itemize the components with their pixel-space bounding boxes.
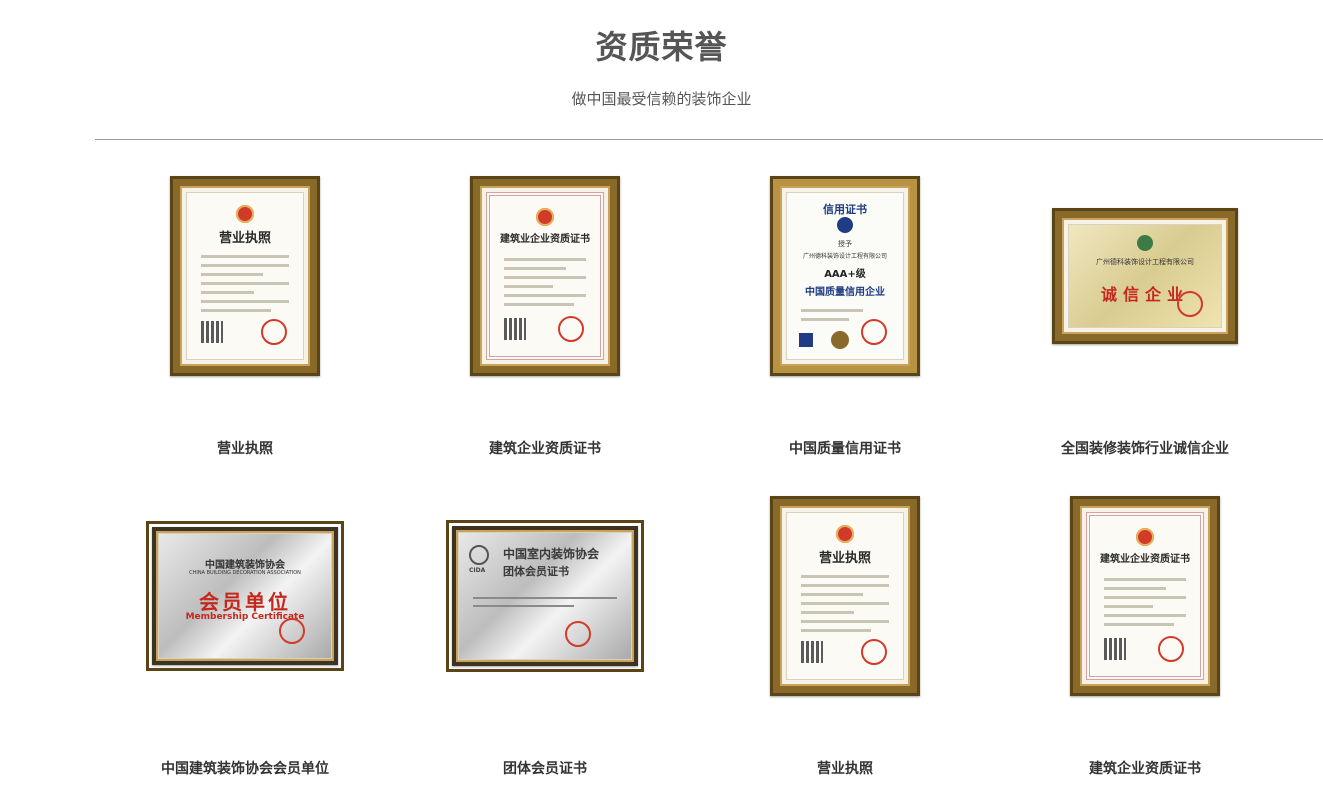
certificate-text: 广州德科装饰设计工程有限公司 [1096, 258, 1194, 266]
certificate-image[interactable]: 信用证书 授予 广州德科装饰设计工程有限公司 AAA+级 中国质量信用企业 [770, 176, 920, 376]
certificate-text: 中国建筑装饰协会 [205, 560, 285, 571]
seal-icon [279, 618, 305, 644]
national-emblem-icon [536, 208, 554, 226]
certificate-card[interactable]: 营业执照 营业执照 [95, 150, 395, 470]
certificate-caption[interactable]: 中国建筑装饰协会会员单位 [95, 758, 395, 778]
certificate-image[interactable]: 广州德科装饰设计工程有限公司 诚信企业 [1052, 208, 1238, 344]
section-title: 资质荣誉 [595, 28, 728, 66]
certificate-doc-title: 营业执照 [218, 231, 271, 246]
certificate-text: 广州德科装饰设计工程有限公司 [802, 253, 887, 260]
certificate-image[interactable]: 建筑业企业资质证书 [1070, 496, 1220, 696]
certificate-card[interactable]: 营业执照 营业执照 [695, 470, 995, 790]
certificate-caption[interactable]: 建筑企业资质证书 [395, 438, 695, 458]
certificate-text: AAA+级 [824, 269, 866, 280]
national-emblem-icon [1136, 528, 1154, 546]
association-logo-icon [1137, 235, 1153, 251]
certificate-text: 会员单位 [199, 590, 291, 614]
qr-code-icon [801, 641, 823, 663]
certificate-caption[interactable]: 营业执照 [695, 758, 995, 778]
certificate-text: 团体会员证书 [503, 565, 569, 578]
seal-icon [861, 639, 887, 665]
certificate-image[interactable]: CIDA 中国室内装饰协会 团体会员证书 [446, 520, 644, 672]
medal-icon [831, 331, 849, 349]
qr-code-icon [201, 321, 223, 343]
credit-logo-icon [837, 217, 853, 233]
seal-icon [861, 319, 887, 345]
certificate-doc-title: 信用证书 [823, 203, 867, 216]
certificate-text: 中国室内装饰协会 [503, 547, 600, 561]
seal-icon [558, 316, 584, 342]
certificate-card[interactable]: 广州德科装饰设计工程有限公司 诚信企业 全国装修装饰行业诚信企业 [995, 150, 1295, 470]
certificate-card[interactable]: CIDA 中国室内装饰协会 团体会员证书 团体会员证书 [395, 470, 695, 790]
certificate-text: CHINA BUILDING DECORATION ASSOCIATION [189, 570, 301, 576]
certificate-doc-title: 建筑业企业资质证书 [500, 234, 590, 245]
qr-code-icon [504, 318, 526, 340]
certificate-doc-title: 建筑业企业资质证书 [1100, 554, 1190, 565]
certificate-doc-title: 营业执照 [818, 551, 871, 566]
national-emblem-icon [836, 525, 854, 543]
certificate-caption[interactable]: 团体会员证书 [395, 758, 695, 778]
certificate-card[interactable]: 建筑业企业资质证书 建筑企业资质证书 [995, 470, 1295, 790]
certificate-card[interactable]: 建筑业企业资质证书 建筑企业资质证书 [395, 150, 695, 470]
certificate-card[interactable]: 信用证书 授予 广州德科装饰设计工程有限公司 AAA+级 中国质量信用企业 中国… [695, 150, 995, 470]
section-subtitle: 做中国最受信赖的装饰企业 [571, 90, 752, 108]
barcode-icon [799, 333, 813, 347]
national-emblem-icon [236, 205, 254, 223]
seal-icon [565, 621, 591, 647]
certificate-card[interactable]: 中国建筑装饰协会 CHINA BUILDING DECORATION ASSOC… [95, 470, 395, 790]
seal-icon [261, 319, 287, 345]
certificate-caption[interactable]: 全国装修装饰行业诚信企业 [995, 438, 1295, 458]
certificate-image[interactable]: 营业执照 [770, 496, 920, 696]
certificate-text: 中国质量信用企业 [805, 287, 885, 298]
certificate-caption[interactable]: 营业执照 [95, 438, 395, 458]
cida-logo-icon [469, 545, 489, 565]
certificate-image[interactable]: 建筑业企业资质证书 [470, 176, 620, 376]
certificate-text: Membership Certificate [185, 612, 305, 622]
certificate-image[interactable]: 中国建筑装饰协会 CHINA BUILDING DECORATION ASSOC… [146, 521, 344, 671]
certificate-text: 授予 [838, 240, 852, 248]
certificate-image[interactable]: 营业执照 [170, 176, 320, 376]
section-divider [95, 139, 1323, 140]
certificate-caption[interactable]: 中国质量信用证书 [695, 438, 995, 458]
certificate-text: CIDA [469, 567, 486, 574]
qr-code-icon [1104, 638, 1126, 660]
seal-icon [1177, 291, 1203, 317]
seal-icon [1158, 636, 1184, 662]
certificate-caption[interactable]: 建筑企业资质证书 [995, 758, 1295, 778]
